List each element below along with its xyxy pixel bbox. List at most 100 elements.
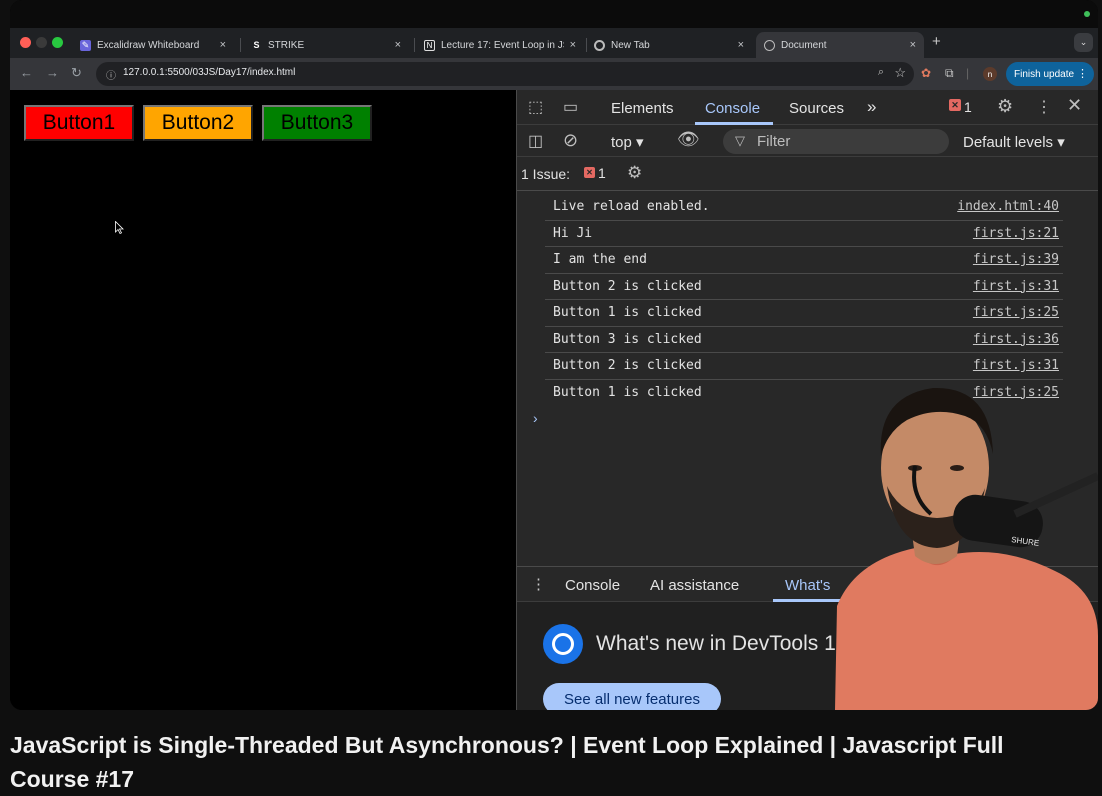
profile-avatar[interactable]: n bbox=[983, 67, 997, 81]
tab-title: Document bbox=[781, 39, 827, 51]
issues-count[interactable]: 1 bbox=[598, 165, 606, 181]
excalidraw-icon: ✎ bbox=[80, 39, 91, 51]
site-info-icon[interactable]: ⓘ bbox=[103, 66, 119, 82]
recording-indicator-icon bbox=[1084, 11, 1090, 17]
console-toolbar: ◫ ⊘ top ▾ 👁 ▽ Filter Default levels ▾ bbox=[517, 125, 1098, 157]
console-source-link[interactable]: first.js:25 bbox=[973, 305, 1059, 320]
chrome-devtools-logo-icon bbox=[543, 624, 583, 664]
extension-icon[interactable]: ✿ bbox=[921, 66, 931, 80]
finish-update-label: Finish update bbox=[1014, 68, 1075, 80]
console-source-link[interactable]: first.js:21 bbox=[973, 226, 1059, 241]
finish-update-button[interactable]: Finish update ⋮ bbox=[1006, 62, 1094, 86]
close-tab-icon[interactable]: × bbox=[910, 39, 916, 51]
page-button-2[interactable]: Button2 bbox=[143, 105, 253, 141]
issues-label[interactable]: 1 Issue: bbox=[521, 166, 570, 182]
notion-icon: N bbox=[424, 39, 435, 51]
close-tab-icon[interactable]: × bbox=[570, 39, 576, 51]
console-row: Button 2 is clicked first.js:31 bbox=[545, 274, 1063, 300]
sidebar-toggle-icon[interactable]: ◫ bbox=[528, 131, 543, 151]
close-tab-icon[interactable]: × bbox=[738, 39, 744, 51]
live-expression-eye-icon[interactable]: 👁 bbox=[677, 129, 700, 150]
address-bar[interactable]: ⓘ 127.0.0.1:5500/03JS/Day17/index.html ⌕… bbox=[96, 62, 914, 86]
close-tab-icon[interactable]: × bbox=[395, 39, 401, 51]
tab-elements[interactable]: Elements bbox=[611, 100, 674, 117]
inspect-element-icon[interactable]: ⬚ bbox=[528, 97, 543, 117]
filter-placeholder: Filter bbox=[757, 133, 791, 150]
drawer-tab-ai-assistance[interactable]: AI assistance bbox=[650, 577, 739, 594]
log-levels-dropdown[interactable]: Default levels ▾ bbox=[963, 133, 1065, 151]
video-frame[interactable]: ✎ Excalidraw Whiteboard × S STRIKE × N L… bbox=[10, 0, 1098, 710]
tab-title: New Tab bbox=[611, 39, 650, 51]
settings-gear-icon[interactable]: ⚙ bbox=[997, 96, 1013, 117]
console-message: I am the end bbox=[553, 252, 647, 267]
console-row: Hi Ji first.js:21 bbox=[545, 221, 1063, 247]
browser-tab-strike[interactable]: S STRIKE × bbox=[243, 32, 409, 58]
video-title[interactable]: JavaScript is Single-Threaded But Asynch… bbox=[10, 728, 1070, 796]
whats-new-title: What's new in DevTools 1 bbox=[596, 632, 836, 655]
forward-arrow-icon[interactable]: → bbox=[46, 65, 59, 80]
strike-icon: S bbox=[253, 40, 260, 50]
tab-search-chevron-icon[interactable]: ⌄ bbox=[1074, 33, 1093, 52]
tab-console[interactable]: Console bbox=[705, 100, 760, 117]
console-prompt-chevron-icon[interactable]: › bbox=[533, 410, 538, 426]
zoom-icon[interactable]: ⌕ bbox=[878, 66, 884, 79]
maximize-window-icon[interactable] bbox=[52, 37, 63, 48]
browser-tab-lecture[interactable]: N Lecture 17: Event Loop in JS × bbox=[416, 32, 584, 58]
error-count[interactable]: 1 bbox=[964, 99, 972, 115]
new-tab-button[interactable]: + bbox=[932, 33, 941, 50]
more-vert-icon[interactable]: ⋮ bbox=[1077, 67, 1088, 80]
page-button-3[interactable]: Button3 bbox=[262, 105, 372, 141]
more-tabs-chevron-icon[interactable]: » bbox=[867, 97, 876, 117]
close-window-icon[interactable] bbox=[20, 37, 31, 48]
console-source-link[interactable]: index.html:40 bbox=[957, 199, 1059, 214]
issues-bar: 1 Issue: ✕ 1 ⚙ bbox=[517, 157, 1098, 191]
clear-console-icon[interactable]: ⊘ bbox=[563, 130, 578, 151]
error-icon[interactable]: ✕ bbox=[949, 99, 961, 111]
tab-separator bbox=[240, 38, 241, 52]
console-message: Button 2 is clicked bbox=[553, 278, 702, 294]
console-row: I am the end first.js:39 bbox=[545, 247, 1063, 274]
console-row: Live reload enabled. index.html:40 bbox=[545, 194, 1063, 221]
context-selector[interactable]: top ▾ bbox=[611, 133, 644, 151]
back-arrow-icon[interactable]: ← bbox=[20, 65, 33, 80]
bookmark-star-icon[interactable]: ☆ bbox=[894, 65, 906, 81]
video-top-strip bbox=[10, 0, 1098, 28]
extensions-puzzle-icon[interactable]: ⧉ bbox=[945, 66, 954, 81]
console-row: Button 1 is clicked first.js:25 bbox=[545, 300, 1063, 327]
console-message: Button 1 is clicked bbox=[553, 305, 702, 320]
chrome-icon bbox=[594, 39, 605, 51]
console-source-link[interactable]: first.js:39 bbox=[973, 252, 1059, 267]
browser-tab-new-tab[interactable]: New Tab × bbox=[586, 32, 752, 58]
minimize-window-icon[interactable] bbox=[36, 37, 47, 48]
filter-funnel-icon: ▽ bbox=[735, 133, 745, 148]
console-source-link[interactable]: first.js:36 bbox=[973, 332, 1059, 347]
browser-tab-document[interactable]: Document × bbox=[756, 32, 924, 58]
console-message: Button 1 is clicked bbox=[553, 384, 702, 400]
console-message: Hi Ji bbox=[553, 225, 593, 241]
presenter-webcam-overlay: SHURE bbox=[835, 387, 1098, 710]
url-text[interactable]: 127.0.0.1:5500/03JS/Day17/index.html bbox=[123, 67, 295, 78]
console-settings-gear-icon[interactable]: ⚙ bbox=[627, 163, 642, 183]
issue-error-icon[interactable]: ✕ bbox=[584, 167, 595, 178]
browser-nav-bar: ← → ↻ ⓘ 127.0.0.1:5500/03JS/Day17/index.… bbox=[10, 58, 1098, 90]
more-vert-icon[interactable]: ⋮ bbox=[1036, 97, 1052, 117]
web-page-viewport: Button1 Button2 Button3 bbox=[10, 90, 516, 710]
console-message: Live reload enabled. bbox=[553, 199, 710, 214]
browser-tab-excalidraw[interactable]: ✎ Excalidraw Whiteboard × bbox=[72, 32, 234, 58]
devtools-main-toolbar: ⬚ ▭ Elements Console Sources » ✕ 1 ⚙ ⋮ ✕ bbox=[517, 90, 1098, 125]
device-toolbar-icon[interactable]: ▭ bbox=[563, 97, 578, 117]
tab-sources[interactable]: Sources bbox=[789, 100, 844, 117]
filter-input[interactable]: ▽ Filter bbox=[723, 129, 949, 154]
see-all-features-button[interactable]: See all new features bbox=[543, 683, 721, 710]
drawer-menu-icon[interactable]: ⋮ bbox=[531, 575, 546, 593]
close-devtools-icon[interactable]: ✕ bbox=[1067, 95, 1082, 116]
drawer-tab-console[interactable]: Console bbox=[565, 577, 620, 594]
browser-tab-bar: ✎ Excalidraw Whiteboard × S STRIKE × N L… bbox=[10, 28, 1098, 58]
close-tab-icon[interactable]: × bbox=[220, 39, 226, 51]
console-source-link[interactable]: first.js:31 bbox=[973, 279, 1059, 294]
console-source-link[interactable]: first.js:31 bbox=[973, 358, 1059, 373]
tab-separator bbox=[414, 38, 415, 52]
page-button-1[interactable]: Button1 bbox=[24, 105, 134, 141]
reload-icon[interactable]: ↻ bbox=[71, 65, 82, 81]
globe-icon bbox=[764, 39, 775, 51]
